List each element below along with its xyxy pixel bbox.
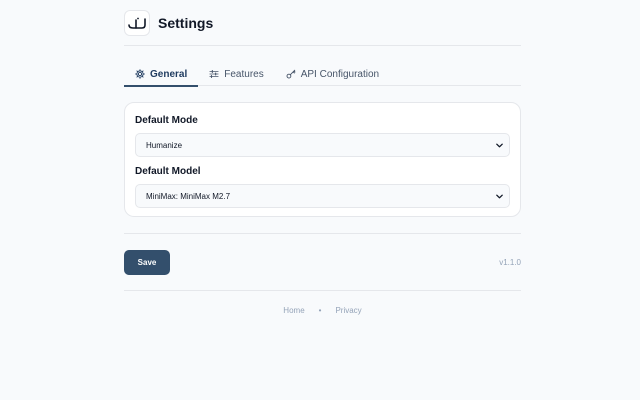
tab-api-configuration[interactable]: API Configuration xyxy=(275,62,390,86)
privacy-link[interactable]: Privacy xyxy=(335,306,361,315)
header: Settings xyxy=(124,0,521,46)
footer-divider xyxy=(124,290,521,291)
tab-general-label: General xyxy=(150,68,188,80)
key-icon xyxy=(286,69,296,79)
logo-glyph-icon xyxy=(128,17,146,29)
footer-links: Home • Privacy xyxy=(124,306,521,315)
page-title: Settings xyxy=(158,14,214,31)
actions-bar: Save v1.1.0 xyxy=(124,250,521,275)
section-divider xyxy=(124,233,521,234)
home-link[interactable]: Home xyxy=(283,306,304,315)
default-mode-label: Default Mode xyxy=(135,115,198,126)
chevron-down-icon xyxy=(496,143,503,147)
settings-tabs: General Features API Configuration xyxy=(124,62,521,87)
footer-separator: • xyxy=(318,306,322,315)
tab-api-configuration-label: API Configuration xyxy=(300,68,380,80)
tab-general[interactable]: General xyxy=(124,62,199,87)
settings-page: Settings General Features API Configurat… xyxy=(124,0,521,315)
general-settings-card: Default Mode Humanize Default Model Mini… xyxy=(124,102,521,217)
default-model-select[interactable]: MiniMax: MiniMax M2.7 xyxy=(135,184,510,208)
sliders-icon xyxy=(209,69,219,79)
tab-features-label: Features xyxy=(224,68,264,80)
version-label: v1.1.0 xyxy=(499,258,521,267)
default-mode-select[interactable]: Humanize xyxy=(135,133,510,157)
app-logo xyxy=(124,9,150,36)
save-button[interactable]: Save xyxy=(124,250,170,275)
default-model-label: Default Model xyxy=(135,166,201,177)
default-model-field: Default Model MiniMax: MiniMax M2.7 xyxy=(135,165,510,208)
gear-icon xyxy=(135,69,145,79)
tab-features[interactable]: Features xyxy=(198,62,274,86)
chevron-down-icon xyxy=(496,194,503,198)
default-mode-field: Default Mode Humanize xyxy=(135,114,510,157)
default-model-value: MiniMax: MiniMax M2.7 xyxy=(146,191,231,201)
default-mode-value: Humanize xyxy=(146,140,183,150)
